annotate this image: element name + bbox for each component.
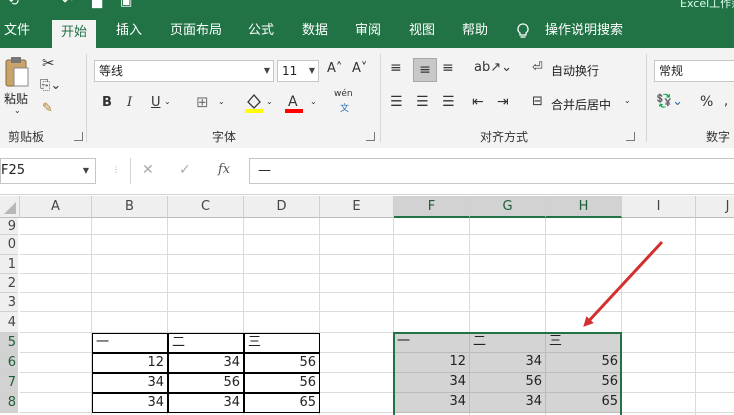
chevron-down-icon[interactable]: ▼ [83, 159, 89, 183]
ribbon: 粘贴 ⌄ ✂ ⎘⌄ ✎ 剪贴板 等线 ▼ 11 ▼ A˄ A˅ B I U ⌄ ⊞ … [0, 48, 734, 149]
phonetic-guide-icon[interactable]: wén [334, 89, 353, 99]
tab-formulas[interactable]: 公式 [248, 14, 274, 48]
merge-cells-icon[interactable]: ⊟ [532, 94, 543, 109]
bottom-align-icon[interactable]: ≡ [442, 60, 454, 76]
tab-data[interactable]: 数据 [302, 14, 328, 48]
merge-center-button[interactable]: 合并后居中 [551, 96, 611, 113]
number-group-label: 数字 [706, 130, 731, 144]
window-title: Excel工作簿 [680, 0, 734, 10]
paste-dropdown-icon[interactable]: ⌄ [14, 106, 21, 115]
drag-handle-icon[interactable]: ⋮ [112, 165, 120, 174]
font-size-dropdown[interactable]: 11 ▼ [277, 60, 319, 82]
separator [380, 54, 381, 142]
formula-input[interactable]: — [249, 158, 734, 184]
formula-bar: F25 ▼ ⋮ ✕ ✓ fx — [0, 148, 734, 195]
underline-button[interactable]: U [151, 95, 161, 110]
save-icon[interactable]: ▆ [92, 0, 102, 9]
enter-icon[interactable]: ✓ [179, 162, 191, 178]
annotation-arrow [583, 240, 664, 327]
comma-style-icon[interactable]: , [724, 94, 728, 109]
decrease-indent-icon[interactable]: ⇤ [472, 94, 484, 110]
orientation-icon[interactable]: ab↗⌄ [474, 60, 512, 75]
separator [86, 54, 87, 142]
tab-view[interactable]: 视图 [409, 14, 435, 48]
accounting-format-icon[interactable]: 💱⌄ [656, 94, 683, 109]
align-right-icon[interactable]: ☰ [442, 94, 455, 110]
chevron-down-icon: ▼ [308, 66, 315, 75]
tell-me-search[interactable]: 操作说明搜索 [545, 14, 623, 48]
copy-icon[interactable]: ⎘⌄ [40, 78, 61, 93]
tab-insert[interactable]: 插入 [116, 14, 142, 48]
cancel-icon[interactable]: ✕ [142, 162, 154, 178]
paste-icon[interactable] [4, 56, 30, 87]
clipboard-group-label: 剪贴板 [8, 130, 45, 144]
title-bar: ⟲ ↶ ▆ ▣ Excel工作簿 [0, 0, 734, 14]
chevron-down-icon[interactable]: ⌄ [164, 97, 171, 106]
chevron-down-icon: ▼ [263, 66, 270, 75]
tab-home[interactable]: 开始 [52, 20, 97, 48]
chevron-down-icon[interactable]: ⌄ [310, 97, 317, 106]
font-name-dropdown[interactable]: 等线 ▼ [94, 60, 274, 82]
italic-button[interactable]: I [127, 95, 132, 110]
format-painter-icon[interactable]: ✎ [42, 101, 53, 116]
formula-content: — [258, 163, 271, 178]
bold-button[interactable]: B [102, 95, 112, 110]
chevron-down-icon[interactable]: ⌄ [266, 97, 273, 106]
number-format-value: 常规 [659, 64, 684, 78]
top-align-icon[interactable]: ≡ [390, 60, 402, 76]
chevron-down-icon[interactable]: ⌄ [624, 96, 631, 105]
menu-bar: 文件 开始 插入 页面布局 公式 数据 审阅 视图 帮助 操作说明搜索 [0, 14, 734, 48]
tab-page-layout[interactable]: 页面布局 [170, 14, 222, 48]
wrap-text-button[interactable]: 自动换行 [551, 62, 599, 79]
increase-indent-icon[interactable]: ⇥ [497, 94, 509, 110]
borders-icon[interactable]: ⊞ [196, 93, 209, 111]
undo-icon[interactable]: ↶ [62, 0, 73, 9]
middle-align-icon[interactable]: ≡ [413, 58, 437, 82]
decrease-font-icon[interactable]: A˅ [352, 61, 367, 76]
paste-button[interactable]: 粘贴 [4, 90, 28, 107]
fill-color-icon[interactable] [244, 92, 264, 114]
font-launcher-icon[interactable] [366, 132, 375, 141]
clipboard-launcher-icon[interactable] [74, 132, 83, 141]
separator [646, 54, 647, 142]
tab-file[interactable]: 文件 [4, 14, 30, 48]
font-color-icon[interactable]: A [284, 92, 304, 114]
cut-icon[interactable]: ✂ [42, 54, 55, 72]
insert-function-icon[interactable]: fx [218, 162, 230, 177]
wrap-text-icon[interactable]: ⏎ [532, 60, 543, 75]
font-name-value: 等线 [99, 64, 124, 78]
worksheet-grid[interactable]: ABCDEFGHIJ 9012345678 一二三 12 34 56 34 56 56 34 3… [0, 196, 734, 415]
percent-button[interactable]: % [700, 94, 713, 110]
chevron-down-icon[interactable]: ⌄ [218, 97, 225, 106]
tab-help[interactable]: 帮助 [462, 14, 488, 48]
name-box-value: F25 [1, 163, 26, 178]
lightbulb-icon[interactable] [516, 14, 530, 48]
number-format-dropdown[interactable]: 常规 [654, 60, 734, 82]
svg-text:A: A [288, 94, 298, 110]
increase-font-icon[interactable]: A˄ [327, 61, 342, 76]
name-box[interactable]: F25 ▼ [0, 158, 96, 184]
align-left-icon[interactable]: ☰ [390, 94, 403, 110]
font-group-label: 字体 [212, 130, 237, 144]
align-center-icon[interactable]: ☰ [416, 94, 429, 110]
alignment-group-label: 对齐方式 [480, 130, 529, 144]
autosave-icon[interactable]: ⟲ [8, 0, 19, 9]
alignment-launcher-icon[interactable] [626, 132, 635, 141]
font-size-value: 11 [282, 64, 298, 78]
tab-review[interactable]: 审阅 [355, 14, 381, 48]
phonetic-guide-sub: 文 [340, 104, 350, 114]
separator [130, 158, 131, 184]
print-preview-icon[interactable]: ▣ [120, 0, 132, 9]
